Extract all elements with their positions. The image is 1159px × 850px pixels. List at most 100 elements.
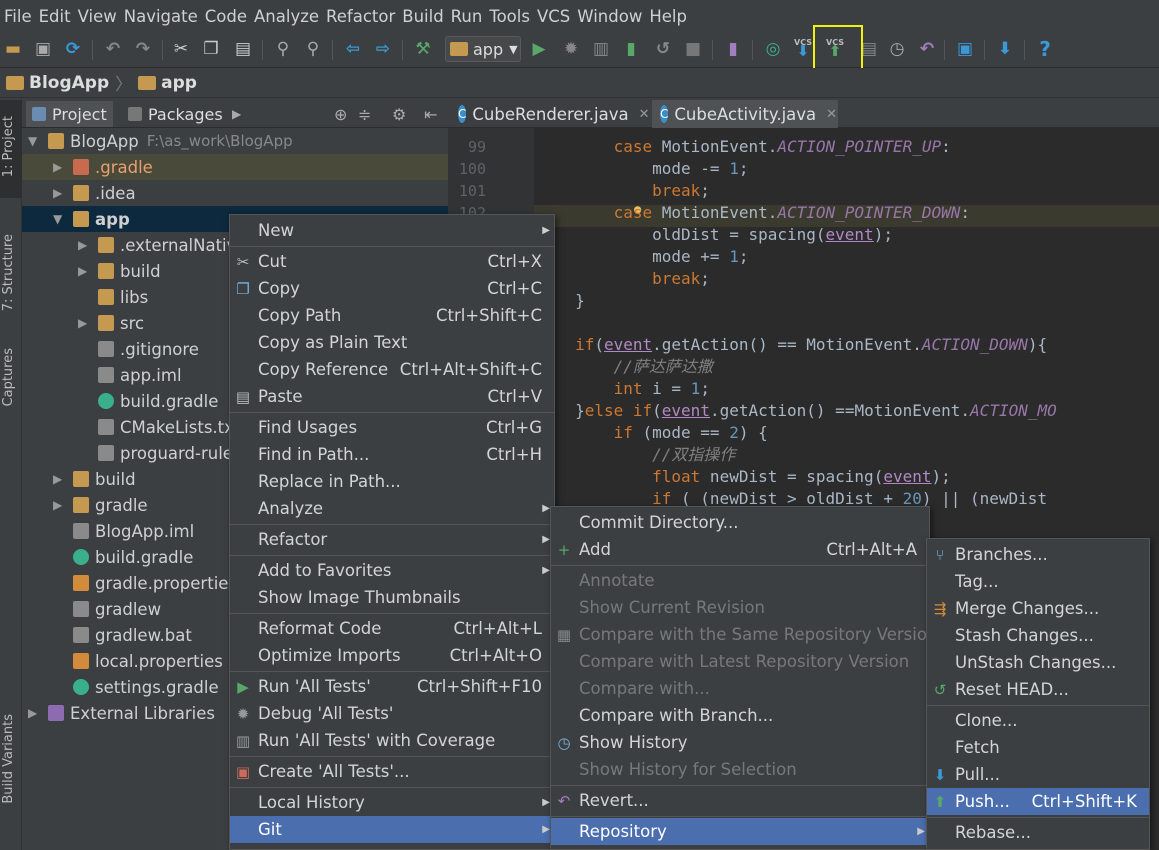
more-tabs-icon[interactable]: ▶ <box>226 101 247 127</box>
coverage-icon[interactable]: ▥ <box>590 38 612 60</box>
close-tab-icon[interactable]: ✕ <box>639 107 650 122</box>
settings-gear-icon[interactable]: ⚙ <box>386 101 412 127</box>
menu-item-rebase[interactable]: Rebase... <box>927 819 1149 846</box>
undo-icon[interactable]: ↶ <box>102 38 124 60</box>
menu-item-unstash-changes[interactable]: UnStash Changes... <box>927 649 1149 676</box>
menu-item-local-history[interactable]: Local History ▶ <box>230 789 554 816</box>
paste-icon[interactable]: ▤ <box>232 38 254 60</box>
vcs-revert-icon[interactable]: ↶ <box>916 38 938 60</box>
menu-item-merge-changes[interactable]: ⇶ Merge Changes... <box>927 595 1149 622</box>
vcs-update-icon[interactable]: VCS ⬇ <box>792 36 814 59</box>
project-tool-tab[interactable]: 1: Project <box>1 116 16 177</box>
menu-item-new[interactable]: New ▶ <box>230 217 554 244</box>
tab-project[interactable]: Project <box>26 101 113 127</box>
menu-tools[interactable]: Tools <box>489 7 537 26</box>
menu-item-copy-reference[interactable]: Copy Reference Ctrl+Alt+Shift+C <box>230 356 554 383</box>
menu-item-find-in-path[interactable]: Find in Path... Ctrl+H <box>230 441 554 468</box>
structure-tool-tab[interactable]: 7: Structure <box>1 234 16 311</box>
menu-navigate[interactable]: Navigate <box>124 7 205 26</box>
back-icon[interactable]: ⇦ <box>342 38 364 60</box>
close-tab-icon[interactable]: ✕ <box>826 107 837 122</box>
tree-item[interactable]: ▶ .gradle <box>22 154 448 180</box>
menu-item-clone[interactable]: Clone... <box>927 707 1149 734</box>
menu-file[interactable]: File <box>4 7 39 26</box>
build-hammer-icon[interactable]: ⚒ <box>412 38 434 60</box>
breadcrumb-project[interactable]: BlogApp <box>29 73 109 93</box>
collapsed-arrow-icon[interactable]: ▶ <box>53 472 67 486</box>
menu-item-commit-directory[interactable]: Commit Directory... <box>551 509 929 536</box>
menu-item-run-all-tests-with-coverage[interactable]: ▥ Run 'All Tests' with Coverage <box>230 727 554 754</box>
menu-item-stash-changes[interactable]: Stash Changes... <box>927 622 1149 649</box>
collapse-all-icon[interactable]: ≑ <box>352 101 377 127</box>
menu-item-reformat-code[interactable]: Reformat Code Ctrl+Alt+L <box>230 615 554 642</box>
menu-item-show-history[interactable]: ◷ Show History <box>551 729 929 756</box>
menu-vcs[interactable]: VCS <box>537 7 577 26</box>
menu-item-find-usages[interactable]: Find Usages Ctrl+G <box>230 414 554 441</box>
sdk-manager-icon[interactable]: ⬇ <box>994 38 1016 60</box>
tab-packages[interactable]: Packages <box>122 101 229 127</box>
menu-item-compare-with-branch[interactable]: Compare with Branch... <box>551 702 929 729</box>
menu-item-refactor[interactable]: Refactor ▶ <box>230 526 554 553</box>
menu-item-cut[interactable]: ✂ Cut Ctrl+X <box>230 248 554 275</box>
collapsed-arrow-icon[interactable]: ▶ <box>28 706 42 720</box>
menu-item-create-all-tests[interactable]: ▣ Create 'All Tests'... <box>230 758 554 785</box>
menu-item-copy[interactable]: ❐ Copy Ctrl+C <box>230 275 554 302</box>
open-folder-icon[interactable]: ▬ <box>2 38 24 60</box>
redo-icon[interactable]: ↷ <box>132 38 154 60</box>
tree-item[interactable]: ▶ .idea <box>22 180 448 206</box>
collapsed-arrow-icon[interactable]: ▶ <box>53 186 67 200</box>
save-icon[interactable]: ▣ <box>32 38 54 60</box>
sync-gradle-icon[interactable]: ◎ <box>762 38 784 60</box>
menu-item-add-to-favorites[interactable]: Add to Favorites ▶ <box>230 557 554 584</box>
menu-run[interactable]: Run <box>451 7 490 26</box>
rerun-icon[interactable]: ↺ <box>652 38 674 60</box>
menu-item-repository[interactable]: Repository ▶ <box>551 818 929 845</box>
menu-item-run-all-tests[interactable]: ▶ Run 'All Tests' Ctrl+Shift+F10 <box>230 673 554 700</box>
menu-item-pull[interactable]: ⬇ Pull... <box>927 761 1149 788</box>
run-config-combo[interactable]: app ▼ <box>445 36 521 62</box>
forward-icon[interactable]: ⇨ <box>372 38 394 60</box>
menu-window[interactable]: Window <box>577 7 649 26</box>
replace-icon[interactable]: ⚲ <box>302 38 324 60</box>
menu-item-add[interactable]: + Add Ctrl+Alt+A <box>551 536 929 563</box>
menu-build[interactable]: Build <box>402 7 450 26</box>
expanded-arrow-icon[interactable]: ▼ <box>53 212 67 226</box>
menu-item-copy-path[interactable]: Copy Path Ctrl+Shift+C <box>230 302 554 329</box>
stop-icon[interactable]: ■ <box>682 38 704 60</box>
tab-cuberenderer[interactable]: C CubeRenderer.java ✕ <box>450 100 650 128</box>
menu-item-push[interactable]: ⬆ Push... Ctrl+Shift+K <box>927 788 1149 815</box>
cut-icon[interactable]: ✂ <box>170 38 192 60</box>
collapsed-arrow-icon[interactable]: ▶ <box>78 316 92 330</box>
collapsed-arrow-icon[interactable]: ▶ <box>53 498 67 512</box>
menu-item-branches[interactable]: ⑂ Branches... <box>927 541 1149 568</box>
menu-item-git[interactable]: Git ▶ <box>230 816 554 843</box>
run-icon[interactable]: ▶ <box>528 38 550 60</box>
menu-refactor[interactable]: Refactor <box>326 7 402 26</box>
collapsed-arrow-icon[interactable]: ▶ <box>78 264 92 278</box>
apply-changes-icon[interactable]: ▮ <box>620 38 642 60</box>
captures-tool-tab[interactable]: Captures <box>1 348 16 406</box>
menu-analyze[interactable]: Analyze <box>254 7 326 26</box>
find-icon[interactable]: ⚲ <box>272 38 294 60</box>
menu-item-paste[interactable]: ▤ Paste Ctrl+V <box>230 383 554 410</box>
menu-edit[interactable]: Edit <box>39 7 78 26</box>
breadcrumb-module[interactable]: app <box>161 73 197 93</box>
avd-manager-icon[interactable]: ▮ <box>722 38 744 60</box>
menu-item-revert[interactable]: ↶ Revert... <box>551 787 929 814</box>
sync-icon[interactable]: ⟳ <box>62 38 84 60</box>
scroll-from-source-icon[interactable]: ⊕ <box>328 101 353 127</box>
help-icon[interactable]: ? <box>1034 37 1056 61</box>
collapsed-arrow-icon[interactable]: ▶ <box>53 160 67 174</box>
debug-icon[interactable]: ✹ <box>560 38 582 60</box>
expanded-arrow-icon[interactable]: ▼ <box>28 134 42 148</box>
menu-item-optimize-imports[interactable]: Optimize Imports Ctrl+Alt+O <box>230 642 554 669</box>
hide-panel-icon[interactable]: ⇤ <box>418 101 443 127</box>
menu-help[interactable]: Help <box>649 7 694 26</box>
tree-item[interactable]: ▼ BlogApp F:\as_work\BlogApp <box>22 128 448 154</box>
menu-item-replace-in-path[interactable]: Replace in Path... <box>230 468 554 495</box>
menu-item-reset-head[interactable]: ↺ Reset HEAD... <box>927 676 1149 703</box>
copy-icon[interactable]: ❐ <box>200 38 222 60</box>
menu-item-tag[interactable]: Tag... <box>927 568 1149 595</box>
collapsed-arrow-icon[interactable]: ▶ <box>78 238 92 252</box>
vcs-log-icon[interactable]: ◷ <box>886 38 908 60</box>
